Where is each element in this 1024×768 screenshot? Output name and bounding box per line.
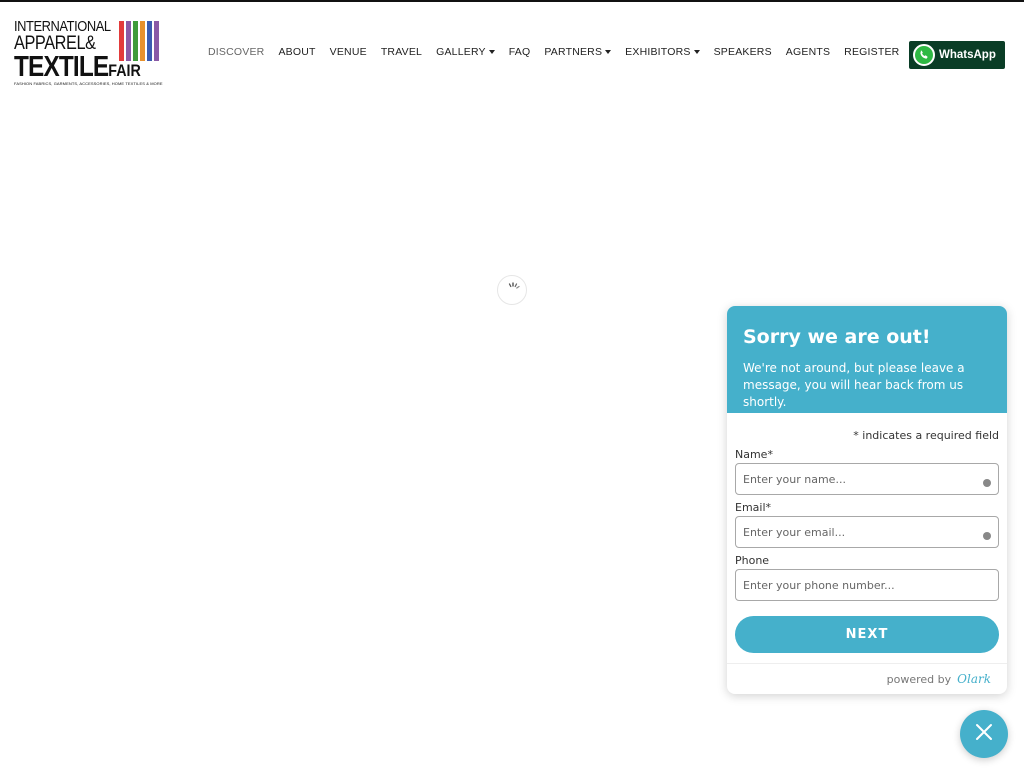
chat-footer: powered by Olark (727, 663, 1007, 694)
chat-header: Sorry we are out! We're not around, but … (727, 306, 1007, 413)
nav-item-about[interactable]: ABOUT (278, 46, 315, 58)
logo-textile: TEXTILE (14, 51, 109, 83)
required-dot-icon (983, 479, 991, 487)
whatsapp-button[interactable]: WhatsApp (909, 41, 1005, 69)
nav-item-speakers[interactable]: SPEAKERS (714, 46, 772, 58)
close-icon (975, 723, 993, 746)
nav-item-label: REGISTER (844, 46, 900, 58)
main-nav: DISCOVER ABOUT VENUE TRAVEL GALLERY FAQ PARTNE… (208, 46, 997, 58)
nav-item-label: SPEAKERS (713, 46, 772, 58)
nav-item-venue[interactable]: VENUE (330, 46, 367, 58)
site-logo[interactable]: INTERNATIONAL APPAREL& TEXTILEFAIR FASHI… (14, 18, 163, 90)
required-note: * indicates a required field (853, 429, 999, 442)
chat-widget: Sorry we are out! We're not around, but … (727, 306, 1007, 694)
phone-field-wrapper (735, 569, 999, 601)
loading-spinner (497, 275, 527, 305)
nav-item-label: VENUE (329, 46, 367, 58)
logo-stripe (147, 21, 152, 61)
email-field[interactable] (736, 517, 998, 547)
chat-close-button[interactable] (960, 710, 1008, 758)
nav-item-partners[interactable]: PARTNERS (544, 46, 612, 58)
site-header: INTERNATIONAL APPAREL& TEXTILEFAIR FASHI… (0, 2, 1024, 102)
nav-item-label: FAQ (508, 46, 531, 58)
nav-item-label: DISCOVER (208, 46, 265, 58)
caret-down-icon (488, 50, 495, 55)
nav-item-discover[interactable]: DISCOVER (208, 46, 264, 58)
nav-item-label: EXHIBITORS (625, 46, 691, 58)
chat-subtitle: We're not around, but please leave a mes… (743, 361, 965, 409)
nav-item-register[interactable]: REGISTER (844, 46, 899, 58)
logo-stripes (119, 21, 159, 61)
nav-item-label: GALLERY (436, 46, 486, 58)
name-label: Name* (735, 448, 773, 461)
nav-item-travel[interactable]: TRAVEL (381, 46, 422, 58)
logo-stripe (154, 21, 159, 61)
phone-field[interactable] (736, 570, 998, 600)
name-field[interactable] (736, 464, 998, 494)
olark-logo[interactable]: Olark (957, 672, 991, 686)
nav-item-label: ABOUT (278, 46, 316, 58)
nav-item-gallery[interactable]: GALLERY (436, 46, 495, 58)
email-field-wrapper (735, 516, 999, 548)
whatsapp-label: WhatsApp (939, 49, 996, 61)
nav-item-agents[interactable]: AGENTS (786, 46, 830, 58)
caret-down-icon (693, 50, 700, 55)
chat-title: Sorry we are out! (743, 326, 931, 348)
logo-fair: FAIR (108, 61, 141, 80)
logo-stripe (140, 21, 145, 61)
chat-form: * indicates a required field Name* Email… (727, 413, 1007, 653)
next-button[interactable]: NEXT (735, 616, 999, 653)
logo-stripe (119, 21, 124, 61)
nav-item-exhibitors[interactable]: EXHIBITORS (625, 46, 700, 58)
phone-label: Phone (735, 554, 770, 567)
powered-by-text: powered by (886, 672, 952, 686)
nav-item-label: AGENTS (785, 46, 831, 58)
nav-item-label: TRAVEL (380, 46, 423, 58)
logo-stripe (133, 21, 138, 61)
nav-item-label: PARTNERS (544, 46, 603, 58)
caret-down-icon (605, 50, 612, 55)
name-field-wrapper (735, 463, 999, 495)
required-dot-icon (983, 532, 991, 540)
logo-stripe (126, 21, 131, 61)
logo-tagline: FASHION FABRICS, GARMENTS, ACCESSORIES, … (14, 81, 163, 86)
whatsapp-icon (913, 44, 935, 66)
nav-item-faq[interactable]: FAQ (509, 46, 531, 58)
email-label: Email* (735, 501, 772, 514)
